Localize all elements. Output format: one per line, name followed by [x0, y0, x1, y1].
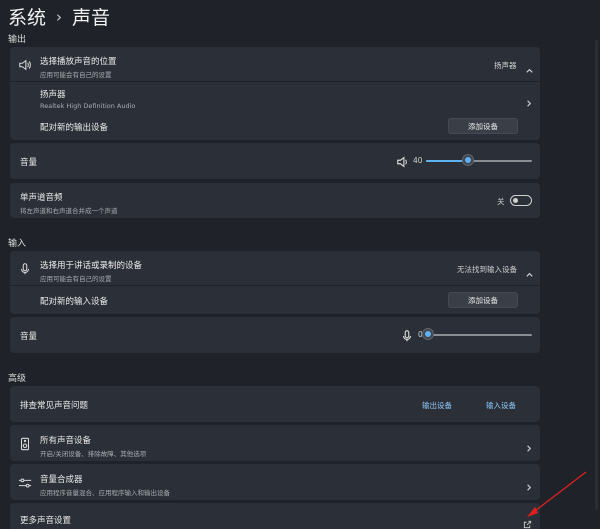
troubleshoot-input-link[interactable]: 输入设备	[486, 400, 516, 411]
output-volume-fill	[426, 160, 469, 162]
pair-input-row: 配对新的输入设备 添加设备	[10, 286, 540, 314]
troubleshoot-title: 排查常见声音问题	[20, 401, 89, 411]
input-choose-device-title: 选择用于讲话或录制的设备	[40, 261, 143, 271]
more-sound-settings-card[interactable]: 更多声音设置	[10, 503, 540, 529]
input-device-card: 选择用于讲话或录制的设备 应用可能会有自己的设置 无法找到输入设备 配对新的输入…	[10, 251, 540, 314]
input-volume-track[interactable]	[428, 334, 532, 336]
all-sound-devices-subtitle: 开启/关闭设备、排除故障、其他选项	[40, 450, 147, 458]
microphone-icon	[18, 261, 32, 275]
output-choose-device-title: 选择播放声音的位置	[40, 57, 117, 67]
add-output-device-button[interactable]: 添加设备	[448, 118, 518, 134]
all-sound-devices-card[interactable]: 所有声音设备 开启/关闭设备、排除故障、其他选项	[10, 425, 540, 461]
breadcrumb: 系统 › 声音	[8, 3, 110, 30]
input-choose-device-subtitle: 应用可能会有自己的设置	[40, 275, 112, 283]
speaker-device-title: 扬声器	[40, 90, 66, 100]
troubleshoot-card: 排查常见声音问题 输出设备 输入设备	[10, 386, 540, 422]
mono-audio-title: 单声道音频	[20, 193, 63, 203]
input-volume-card: 音量 0	[10, 317, 540, 353]
output-choose-device-subtitle: 应用可能会有自己的设置	[40, 71, 112, 79]
output-choose-device-row[interactable]: 选择播放声音的位置 应用可能会有自己的设置 扬声器	[10, 47, 540, 81]
output-selected-device: 扬声器	[494, 61, 517, 70]
speaker-volume-icon[interactable]	[396, 154, 408, 168]
breadcrumb-separator: ›	[56, 7, 63, 26]
output-volume-card: 音量 40	[10, 143, 540, 179]
section-label-input: 输入	[8, 239, 27, 249]
output-volume-slider[interactable]	[463, 155, 474, 165]
input-choose-device-row[interactable]: 选择用于讲话或录制的设备 应用可能会有自己的设置 无法找到输入设备	[10, 251, 540, 285]
volume-mixer-subtitle: 应用程序音量混合、应用程序输入和输出设备	[40, 489, 170, 497]
page-title: 声音	[72, 7, 111, 29]
more-sound-settings-title: 更多声音设置	[20, 516, 72, 526]
output-volume-value: 40	[413, 156, 423, 165]
add-input-device-button[interactable]: 添加设备	[448, 292, 518, 308]
pair-input-title: 配对新的输入设备	[40, 297, 109, 307]
volume-mixer-title: 音量合成器	[40, 475, 83, 485]
mono-audio-card: 单声道音频 将左声道和右声道合并成一个声道 关	[10, 183, 540, 218]
scrollbar[interactable]	[595, 40, 598, 510]
section-label-output: 输出	[8, 35, 27, 45]
breadcrumb-parent[interactable]: 系统	[8, 3, 46, 30]
chevron-right-icon[interactable]	[524, 438, 533, 452]
section-label-advanced: 高级	[8, 374, 27, 384]
speaker-device-row[interactable]: 扬声器 Realtek High Definition Audio	[10, 82, 540, 114]
input-volume-title: 音量	[20, 332, 38, 342]
output-volume-title: 音量	[20, 158, 38, 168]
speaker-icon	[18, 57, 32, 71]
chevron-right-icon[interactable]	[524, 477, 533, 491]
mono-audio-state: 关	[497, 197, 505, 206]
mono-audio-toggle[interactable]	[510, 195, 532, 206]
speaker-device-subtitle: Realtek High Definition Audio	[40, 102, 136, 110]
input-selected-device: 无法找到输入设备	[457, 265, 517, 274]
pair-output-row: 配对新的输出设备 添加设备	[10, 115, 540, 139]
output-device-card: 选择播放声音的位置 应用可能会有自己的设置 扬声器 扬声器 Realtek Hi…	[10, 47, 540, 140]
chevron-up-icon[interactable]	[525, 264, 534, 277]
pair-output-title: 配对新的输出设备	[40, 123, 109, 133]
chevron-up-icon[interactable]	[525, 60, 534, 73]
troubleshoot-output-link[interactable]: 输出设备	[422, 400, 452, 411]
mono-audio-subtitle: 将左声道和右声道合并成一个声道	[20, 207, 118, 215]
volume-mixer-card[interactable]: 音量合成器 应用程序音量混合、应用程序输入和输出设备	[10, 464, 540, 500]
chevron-right-icon[interactable]	[524, 93, 533, 107]
external-link-icon[interactable]	[523, 514, 533, 529]
all-sound-devices-title: 所有声音设备	[40, 436, 92, 446]
mixer-sliders-icon	[18, 475, 32, 489]
input-volume-slider[interactable]	[423, 329, 433, 339]
device-speaker-icon	[18, 436, 32, 451]
microphone-volume-icon[interactable]	[400, 328, 412, 342]
